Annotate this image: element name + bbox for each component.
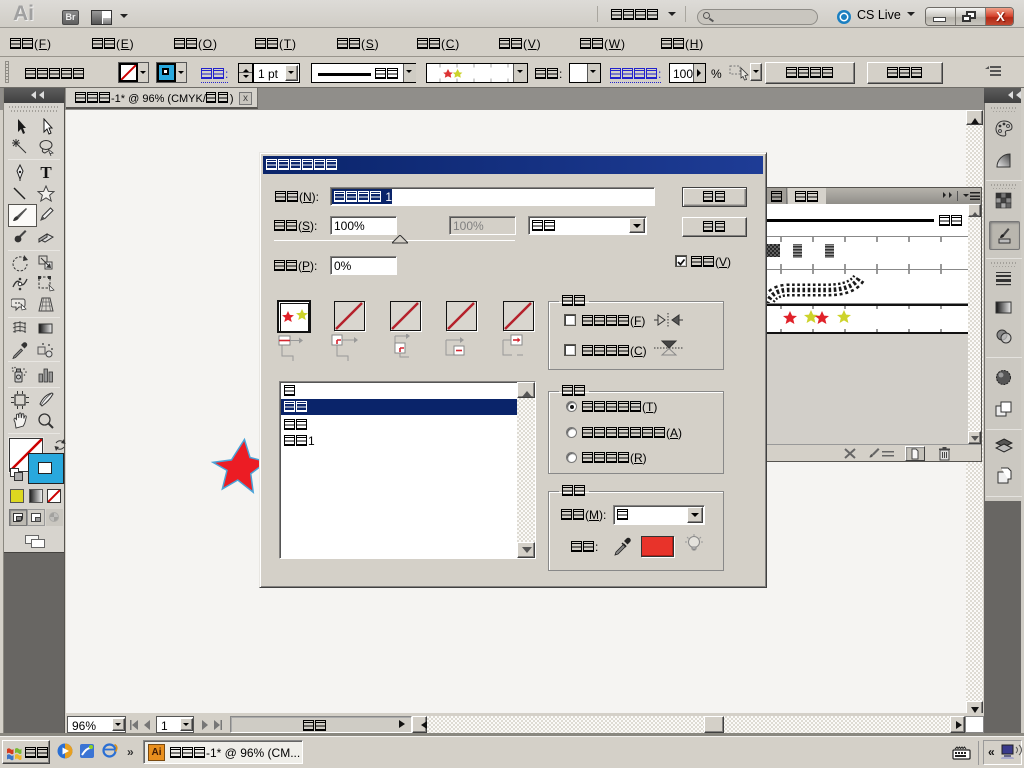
svg-text:T: T <box>40 164 52 182</box>
